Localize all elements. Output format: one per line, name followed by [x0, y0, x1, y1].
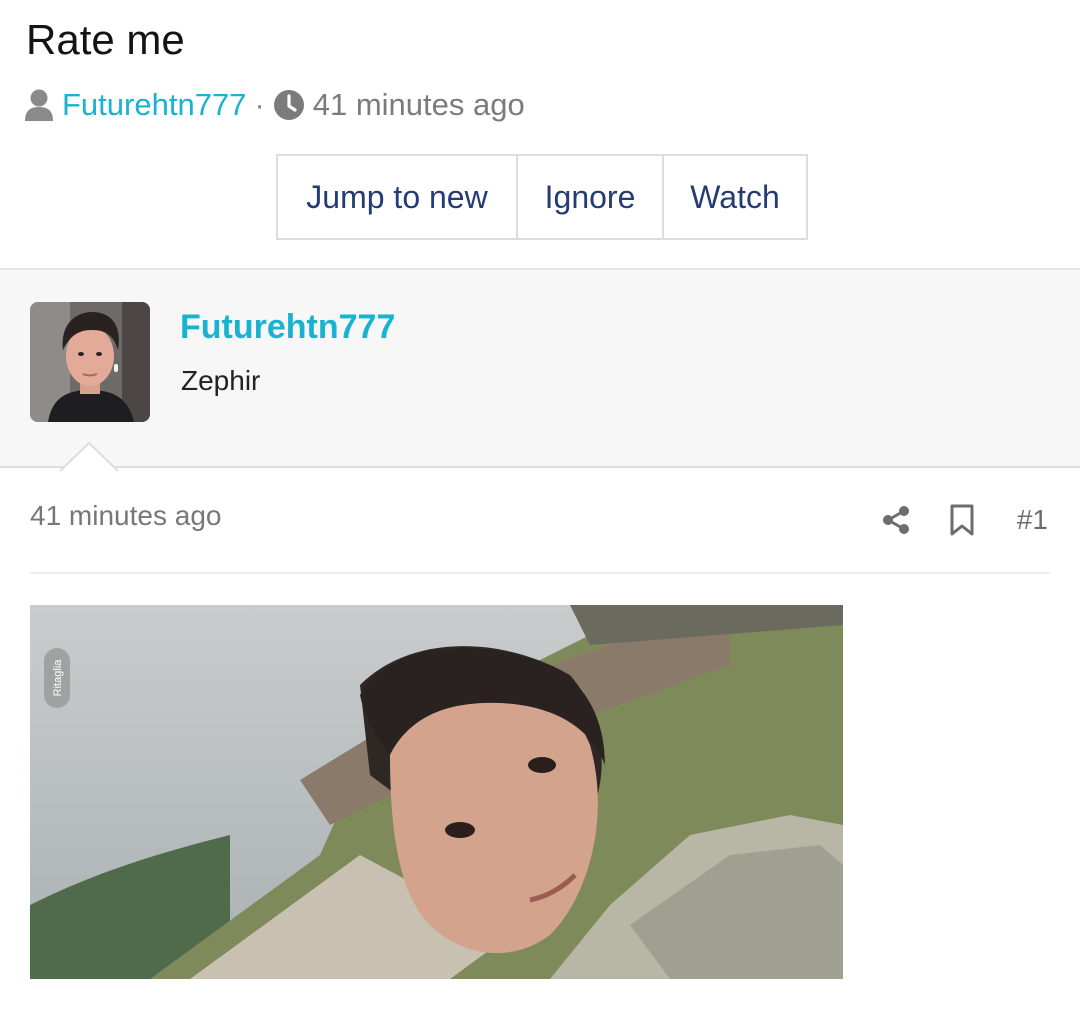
- thread-page: Rate me Futurehtn777 · 41 minutes ago Ju…: [0, 0, 1080, 1027]
- post-user-block: Futurehtn777 Zephir: [0, 268, 1080, 468]
- clock-icon: [273, 89, 305, 121]
- ignore-button[interactable]: Ignore: [518, 156, 664, 238]
- thread-author-link[interactable]: Futurehtn777: [62, 87, 246, 123]
- thread-meta: Futurehtn777 · 41 minutes ago: [24, 84, 525, 126]
- post-number[interactable]: #1: [1017, 504, 1048, 536]
- post-image[interactable]: Ritaglia: [30, 605, 843, 979]
- watch-button[interactable]: Watch: [664, 156, 806, 238]
- jump-to-new-button[interactable]: Jump to new: [278, 156, 518, 238]
- post-time[interactable]: 41 minutes ago: [30, 500, 221, 532]
- divider: [30, 572, 1050, 574]
- thread-action-buttons: Jump to new Ignore Watch: [276, 154, 808, 240]
- post-actions: #1: [843, 498, 1048, 542]
- message-arrow: [60, 442, 118, 472]
- image-crop-tag: Ritaglia: [52, 659, 64, 697]
- user-icon: [24, 88, 54, 122]
- avatar[interactable]: [30, 302, 150, 422]
- bookmark-icon[interactable]: [949, 504, 975, 536]
- post-user-title: Zephir: [181, 365, 261, 396]
- share-icon[interactable]: [881, 505, 911, 535]
- meta-separator: ·: [254, 87, 265, 122]
- post-username[interactable]: Futurehtn777: [180, 308, 395, 347]
- thread-title: Rate me: [26, 16, 185, 63]
- thread-time: 41 minutes ago: [312, 87, 525, 122]
